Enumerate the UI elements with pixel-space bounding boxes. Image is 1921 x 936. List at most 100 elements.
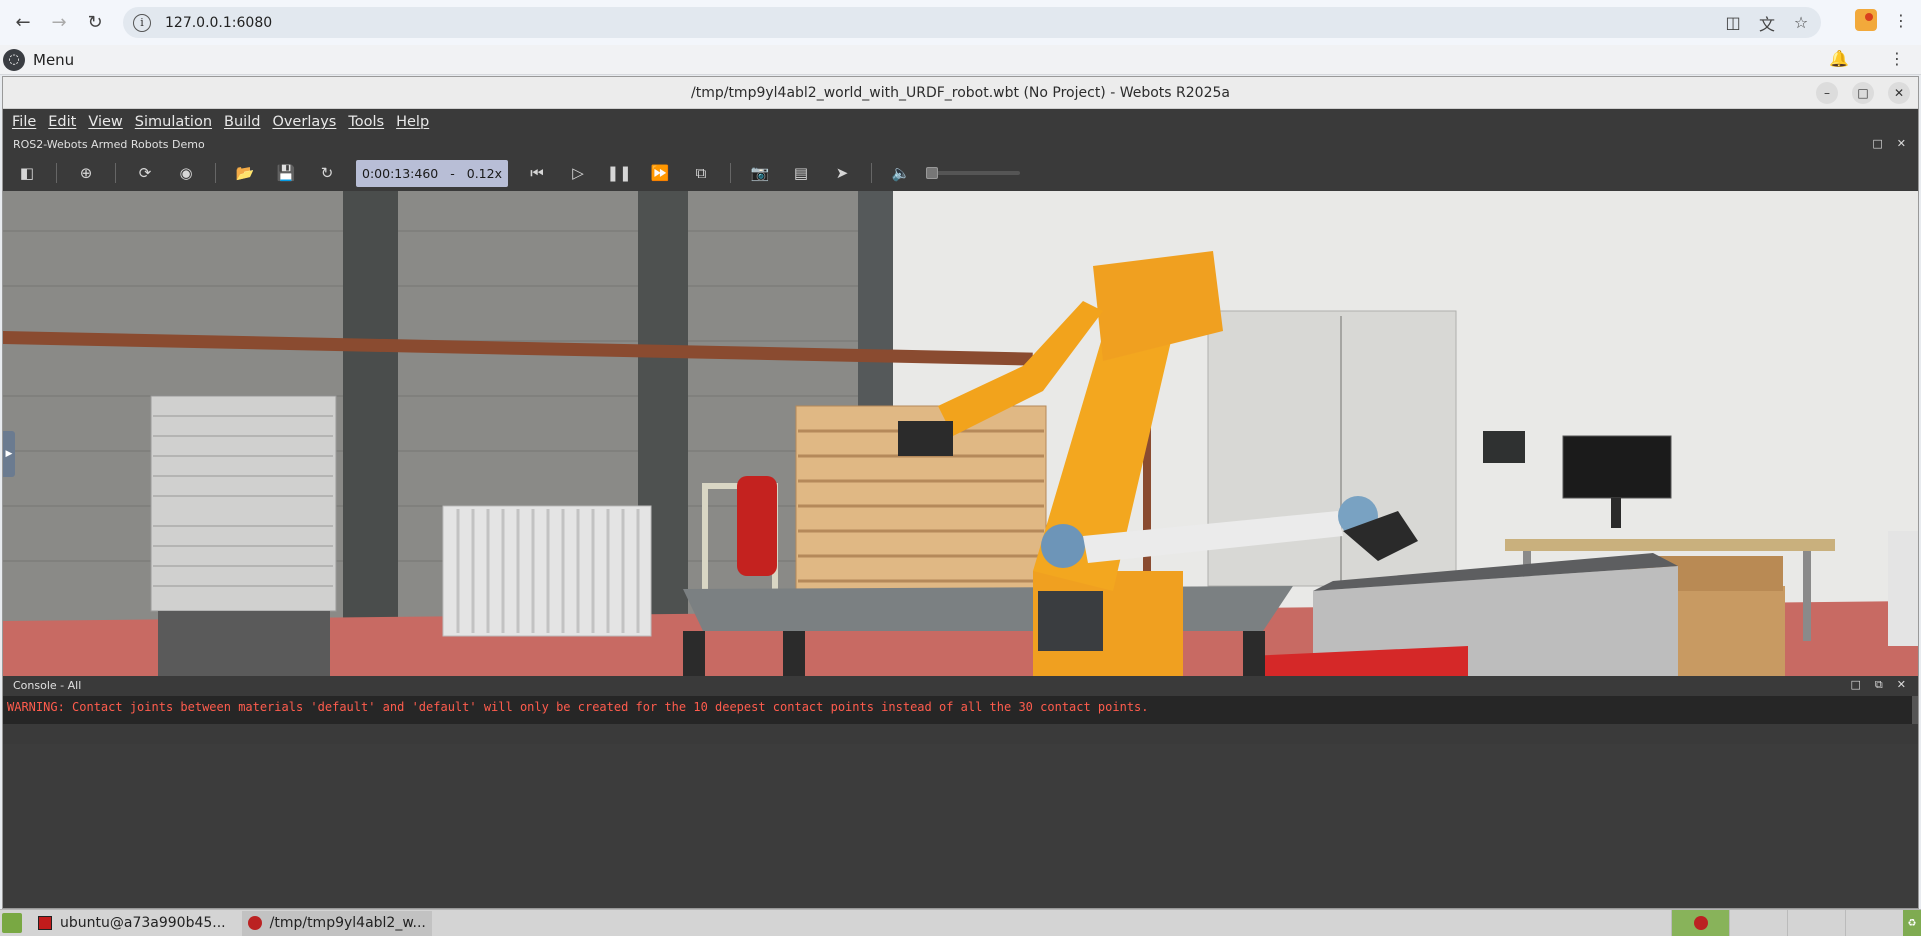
webots-bug-icon	[1693, 916, 1708, 930]
console-maximize-icon[interactable]: □	[1851, 678, 1861, 692]
computer-monitor	[1562, 435, 1672, 499]
simulation-time: 0:00:13:460	[362, 165, 439, 181]
electrical-cabinet	[150, 395, 337, 612]
table-leg	[1243, 631, 1265, 677]
taskbar-item-label: ubuntu@a73a990b45...	[60, 915, 226, 931]
cabinet-base	[158, 611, 330, 677]
workspace-1[interactable]	[1671, 910, 1729, 936]
trash-icon[interactable]: ♻	[1903, 910, 1921, 936]
desktop-menu[interactable]: Menu	[33, 51, 74, 69]
site-info-icon[interactable]: i	[133, 13, 151, 32]
taskbar-item-label: /tmp/tmp9yl4abl2_w...	[269, 915, 426, 931]
console-header: Console - All □ ⧉ ✕	[3, 676, 1918, 696]
office-desk	[1505, 539, 1835, 551]
radiator-right	[1888, 531, 1918, 646]
console-float-icon[interactable]: ⧉	[1875, 678, 1883, 692]
back-icon[interactable]: ←	[10, 10, 36, 36]
minimize-button[interactable]: –	[1816, 82, 1838, 104]
add-node-icon[interactable]: ⊕	[74, 161, 98, 185]
forward-icon[interactable]: →	[46, 10, 72, 36]
console-close-icon[interactable]: ✕	[1897, 678, 1906, 692]
scene-tree-toggle-tab[interactable]: ▶	[3, 431, 15, 477]
bookmark-star-icon[interactable]: ☆	[1791, 13, 1811, 32]
workspace-3[interactable]	[1787, 910, 1845, 936]
address-bar[interactable]: i 127.0.0.1:6080 ◫ 文 ☆	[123, 7, 1821, 38]
pause-icon[interactable]: ❚❚	[606, 161, 631, 185]
console-output[interactable]: WARNING: Contact joints between material…	[3, 696, 1914, 724]
close-button[interactable]: ✕	[1888, 82, 1910, 104]
volume-slider-knob[interactable]	[926, 167, 938, 179]
menu-build[interactable]: Build	[224, 114, 260, 130]
extension-icon[interactable]	[1855, 9, 1877, 31]
menu-simulation[interactable]: Simulation	[135, 114, 212, 130]
reload-icon[interactable]: ↻	[82, 10, 108, 36]
toolbar-separator	[730, 163, 731, 183]
table-leg	[783, 631, 805, 677]
desk-leg	[1803, 551, 1811, 641]
simulation-speed: 0.12x	[466, 165, 502, 181]
open-folder-icon[interactable]: 📂	[233, 161, 257, 185]
terminal-icon	[38, 916, 52, 930]
browser-menu-icon[interactable]: ⋮	[1891, 11, 1911, 30]
ubuntu-logo-icon[interactable]: ◌	[3, 48, 25, 71]
ur-robot-base	[1038, 591, 1103, 651]
reset-simulation-icon[interactable]: ⏮	[525, 161, 549, 185]
translate-icon[interactable]: 文	[1757, 11, 1777, 35]
notification-bell-icon[interactable]: 🔔	[1829, 49, 1849, 68]
webots-bug-icon	[247, 916, 262, 930]
menu-help[interactable]: Help	[396, 114, 429, 130]
workspace-2[interactable]	[1729, 910, 1787, 936]
industrial-robot-gripper	[898, 421, 953, 456]
scene-close-icon[interactable]: ✕	[1897, 137, 1906, 150]
restore-viewpoint-icon[interactable]: ⟳	[133, 161, 157, 185]
window-titlebar[interactable]: /tmp/tmp9yl4abl2_world_with_URDF_robot.w…	[3, 77, 1918, 109]
taskbar-item-webots[interactable]: /tmp/tmp9yl4abl2_w...	[241, 910, 432, 936]
url-text: 127.0.0.1:6080	[165, 14, 273, 31]
desktop-panel: ◌ Menu 🔔 ⋮	[0, 45, 1921, 75]
toolbar-separator	[215, 163, 216, 183]
volume-slider[interactable]	[926, 167, 1020, 179]
toggle-scene-tree-icon[interactable]: ◧	[15, 161, 39, 185]
ur-robot-joint	[1041, 524, 1085, 568]
menu-view[interactable]: View	[88, 114, 122, 130]
toolbar-separator	[871, 163, 872, 183]
webots-window: /tmp/tmp9yl4abl2_world_with_URDF_robot.w…	[2, 76, 1919, 909]
step-icon[interactable]: ▷	[566, 161, 590, 185]
panel-menu-icon[interactable]: ⋮	[1889, 49, 1905, 68]
install-app-icon[interactable]: ◫	[1723, 13, 1743, 32]
work-table-top	[683, 586, 1293, 631]
menu-tools[interactable]: Tools	[348, 114, 384, 130]
rendering-toggle-icon[interactable]: ⧉	[689, 161, 713, 185]
share-icon[interactable]: ➤	[830, 161, 854, 185]
maximize-button[interactable]: □	[1852, 82, 1874, 104]
start-menu-icon[interactable]	[2, 913, 22, 933]
workspace-4[interactable]	[1845, 910, 1903, 936]
scene-render	[3, 191, 1918, 677]
record-movie-icon[interactable]: ▤	[789, 161, 813, 185]
window-title: /tmp/tmp9yl4abl2_world_with_URDF_robot.w…	[691, 84, 1230, 101]
toolbar-separator	[56, 163, 57, 183]
menu-file[interactable]: File	[12, 114, 36, 130]
console-scrollbar[interactable]	[1912, 696, 1918, 724]
3d-viewport[interactable]: ▶	[3, 191, 1918, 677]
simulation-time-display: 0:00:13:460 - 0.12x	[356, 159, 508, 187]
screenshot-camera-icon[interactable]: 📷	[748, 161, 772, 185]
view-eye-icon[interactable]: ◉	[174, 161, 198, 185]
menu-overlays[interactable]: Overlays	[272, 114, 336, 130]
console-warning-line: WARNING: Contact joints between material…	[7, 700, 1149, 714]
scene-maximize-icon[interactable]: □	[1872, 137, 1882, 150]
reload-world-icon[interactable]: ↻	[315, 161, 339, 185]
fire-extinguisher	[737, 476, 777, 576]
time-separator: -	[450, 165, 455, 181]
taskbar-item-terminal[interactable]: ubuntu@a73a990b45...	[32, 911, 232, 936]
scene-title: ROS2-Webots Armed Robots Demo	[13, 138, 205, 151]
console-footer	[3, 724, 1918, 744]
save-icon[interactable]: 💾	[274, 161, 298, 185]
scene-header: ROS2-Webots Armed Robots Demo □ ✕	[3, 135, 1918, 155]
menu-edit[interactable]: Edit	[48, 114, 76, 130]
monitor-stand	[1611, 498, 1621, 528]
simulation-toolbar: ◧ ⊕ ⟳ ◉ 📂 💾 ↻ 0:00:13:460 - 0.12x ⏮ ▷ ❚❚…	[3, 155, 1918, 191]
fast-forward-icon[interactable]: ⏩	[648, 161, 672, 185]
mute-speaker-icon[interactable]: 🔈	[889, 161, 913, 185]
console-title: Console - All	[13, 679, 82, 692]
